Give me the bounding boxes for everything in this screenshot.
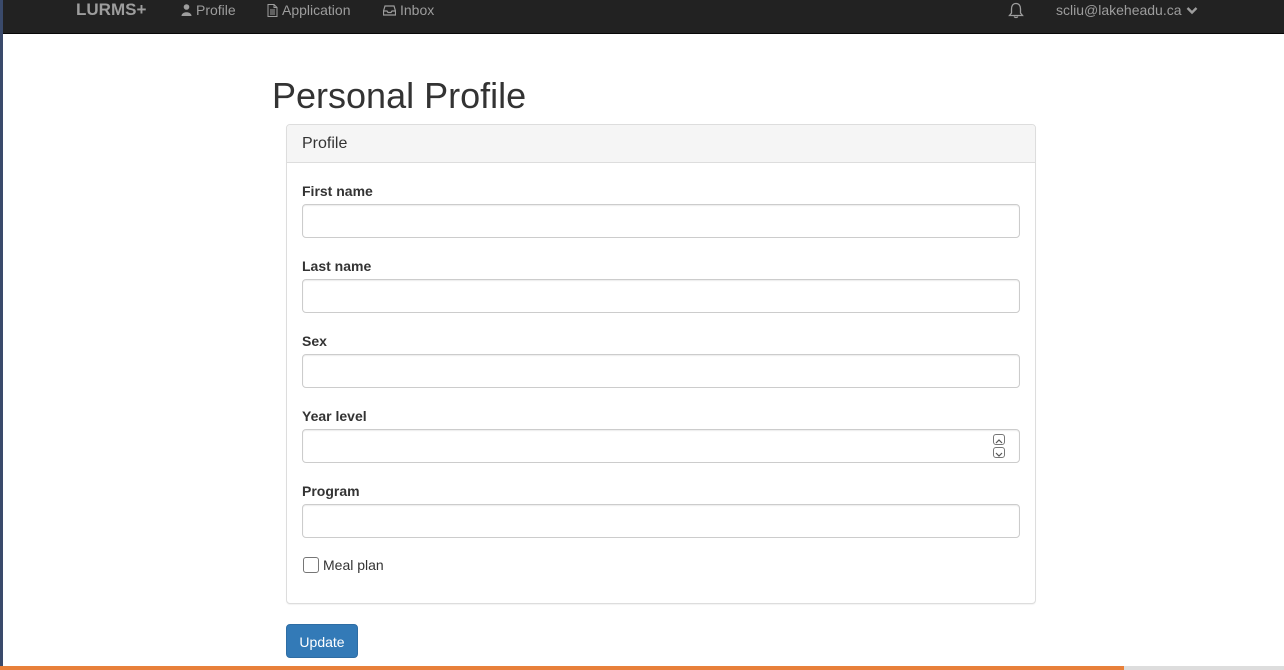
nav-profile-label: Profile [196,2,236,18]
nav-inbox-link[interactable]: Inbox [383,0,434,20]
window-edge [0,0,3,670]
meal-plan-checkbox[interactable] [303,557,319,573]
notifications-button[interactable] [1008,0,1024,20]
panel-heading: Profile [287,125,1035,163]
last-name-input[interactable] [302,279,1020,313]
bottom-bar-track [1124,666,1284,670]
chevron-down-icon [995,444,1003,462]
top-navbar: LURMS+ Profile Application Inbox scliu@l… [3,0,1284,34]
meal-plan-row: Meal plan [303,557,384,573]
sex-label: Sex [302,333,327,349]
page-title: Personal Profile [272,75,527,116]
nav-application-link[interactable]: Application [267,0,351,20]
user-menu-dropdown[interactable]: scliu@lakeheadu.ca [1056,0,1198,20]
stepper-down-button[interactable] [993,447,1005,458]
nav-inbox-label: Inbox [400,2,435,18]
inbox-icon [383,4,396,16]
year-level-stepper [993,434,1007,460]
update-button[interactable]: Update [286,624,358,658]
brand-logo[interactable]: LURMS+ [76,0,146,20]
year-level-label: Year level [302,408,367,424]
sex-input[interactable] [302,354,1020,388]
nav-application-label: Application [282,2,351,18]
bell-icon [1008,2,1024,19]
user-email: scliu@lakeheadu.ca [1056,2,1182,18]
first-name-label: First name [302,183,373,199]
program-label: Program [302,483,360,499]
program-input[interactable] [302,504,1020,538]
year-level-input[interactable] [302,429,1020,463]
bottom-progress-bar [0,666,1124,670]
meal-plan-label[interactable]: Meal plan [323,557,384,573]
first-name-input[interactable] [302,204,1020,238]
user-icon [181,4,192,16]
last-name-label: Last name [302,258,372,274]
chevron-down-icon [1186,6,1198,15]
profile-panel: Profile First name Last name Sex Year le… [286,124,1036,604]
document-icon [267,3,278,17]
nav-profile-link[interactable]: Profile [181,0,236,20]
